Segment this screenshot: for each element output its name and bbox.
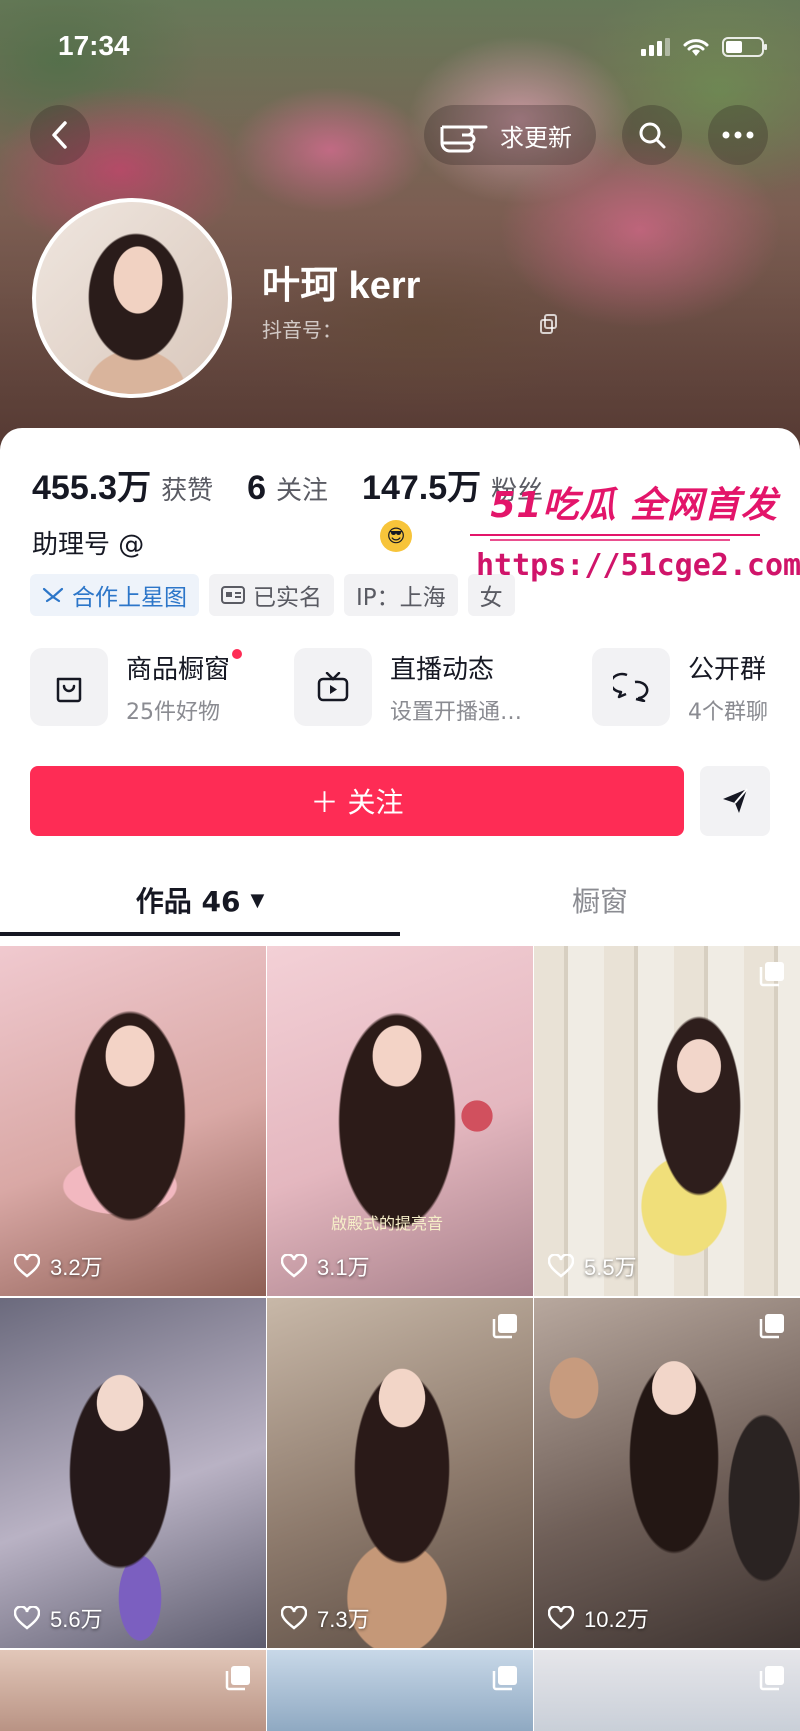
multi-image-icon [492,1314,517,1339]
multi-image-icon [492,1666,517,1691]
video-caption: 啟殿式的提亮音 [331,1214,444,1233]
shortcut-icon-box [592,648,670,726]
star-map-icon [42,587,64,603]
tag-label: 已实名 [253,585,322,611]
search-button[interactable] [622,105,682,165]
tab-works[interactable]: 作品 46 ▼ [0,868,400,932]
shortcuts-row: 商品橱窗 25件好物 直播动态 设置开播通… 公开群 4个群聊 [30,648,800,738]
battery-icon [722,37,767,57]
video-thumbnail[interactable] [0,1650,266,1731]
shortcut-subtitle: 4个群聊 [688,699,768,725]
heart-icon [14,1254,40,1278]
user-name: 叶珂 kerr [262,265,421,307]
stat-following[interactable]: 6 关注 [247,469,328,508]
tab-label: 橱窗 [571,885,628,918]
shortcut-shop-window[interactable]: 商品橱窗 25件好物 [30,648,243,726]
watermark-lines [470,534,760,541]
notification-dot [232,648,243,659]
like-count: 7.3万 [281,1602,370,1634]
tags-row: 合作上星图 已实名 IP：上海 女 [30,574,515,616]
tag-verified[interactable]: 已实名 [209,574,334,616]
video-thumbnail[interactable]: 啟殿式的提亮音 3.1万 [267,946,533,1296]
douyin-id: 抖音号： [262,318,342,342]
pointing-hand-icon [440,125,488,153]
request-update-button[interactable]: 求更新 [424,105,596,165]
tag-ip: IP：上海 [344,574,458,616]
multi-image-icon [759,1666,784,1691]
assistant-account[interactable]: 助理号 @ [32,524,144,561]
video-thumbnail[interactable]: 7.3万 [267,1298,533,1648]
tag-label: 合作上星图 [72,585,187,611]
status-bar: 17:34 [0,0,800,90]
wifi-icon [683,39,709,56]
video-thumbnail[interactable]: 10.2万 [534,1298,800,1648]
heart-icon [281,1254,307,1278]
sunglasses-emoji-icon: 😎 [380,520,412,552]
tag-star-map[interactable]: 合作上星图 [30,574,199,616]
chat-group-icon [613,672,649,702]
chevron-left-icon [52,121,67,149]
top-nav: 求更新 [0,100,800,170]
id-card-icon [221,586,245,604]
copy-icon[interactable] [540,314,558,334]
like-count: 5.6万 [14,1602,103,1634]
signal-icon [641,38,670,56]
shortcut-icon-box [30,648,108,726]
shortcut-live[interactable]: 直播动态 设置开播通… [294,648,522,726]
more-button[interactable] [708,105,768,165]
shortcut-subtitle: 设置开播通… [390,699,523,725]
heart-icon [548,1606,574,1630]
status-time: 17:34 [58,30,130,61]
tag-label: IP：上海 [356,585,446,611]
watermark-title: 51吃瓜 全网首发 [490,485,778,526]
multi-image-icon [759,962,784,987]
search-icon [639,122,666,149]
shortcut-title: 公开群 [688,654,767,685]
content-tabs: 作品 46 ▼ 橱窗 [0,868,800,936]
active-tab-indicator [0,932,400,936]
request-update-label: 求更新 [500,123,572,152]
multi-image-icon [759,1314,784,1339]
video-thumbnail[interactable]: 5.6万 [0,1298,266,1648]
like-count: 3.1万 [281,1250,370,1282]
video-thumbnail[interactable] [267,1650,533,1731]
stat-label: 关注 [276,476,329,506]
like-count: 3.2万 [14,1250,103,1282]
stat-value: 147.5万 [362,469,482,507]
follow-row: ＋ 关注 [30,766,770,838]
heart-icon [548,1254,574,1278]
stat-label: 获赞 [161,476,214,506]
video-thumbnail[interactable]: 5.5万 [534,946,800,1296]
status-icons [641,36,767,58]
tab-label: 作品 46 [135,885,241,918]
shop-bag-icon [56,677,82,703]
tab-shop-window[interactable]: 橱窗 [400,868,800,932]
heart-icon [281,1606,307,1630]
watermark-overlay: 51吃瓜 全网首发 https://51cge2.com [470,476,800,616]
like-count: 10.2万 [548,1602,649,1634]
share-button[interactable] [700,766,770,836]
stat-likes[interactable]: 455.3万 获赞 [32,460,213,509]
follow-button[interactable]: ＋ 关注 [30,766,684,836]
shortcut-icon-box [294,648,372,726]
like-count: 5.5万 [548,1250,637,1282]
stat-value: 455.3万 [32,469,152,507]
more-dots-icon [722,131,754,139]
watermark-url: https://51cge2.com [476,548,800,583]
multi-image-icon [225,1666,250,1691]
shortcut-title: 直播动态 [390,654,495,685]
stat-value: 6 [247,469,267,507]
heart-icon [14,1606,40,1630]
shortcut-subtitle: 25件好物 [126,699,220,725]
shortcut-title: 商品橱窗 [126,648,243,686]
caret-down-icon: ▼ [250,889,265,911]
video-thumbnail[interactable]: 3.2万 [0,946,266,1296]
assistant-label: 助理号 @ [32,530,145,560]
video-thumbnail[interactable] [534,1650,800,1731]
tv-icon [317,672,349,702]
back-button[interactable] [30,105,90,165]
send-icon [723,788,748,813]
shortcut-public-group[interactable]: 公开群 4个群聊 [592,648,768,726]
avatar[interactable] [32,198,232,398]
